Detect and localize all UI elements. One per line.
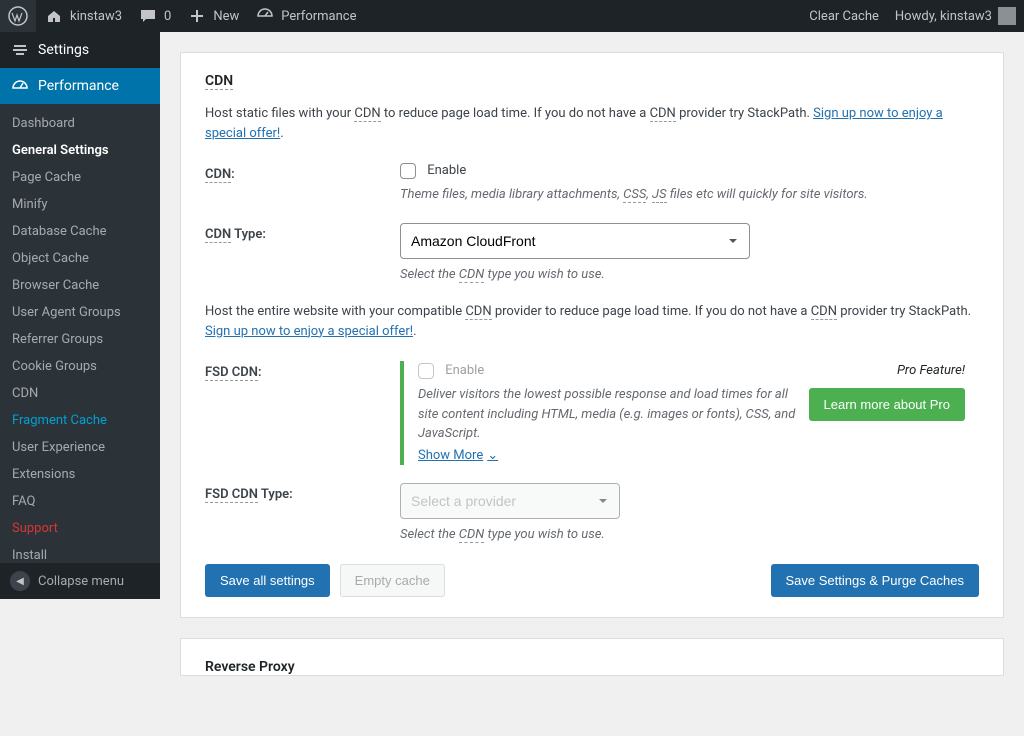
comment-count: 0 — [164, 9, 171, 24]
cdn-type-desc: Select the CDN type you wish to use. — [400, 265, 979, 285]
cdn-heading: CDN — [205, 73, 233, 90]
fsd-enable-text: Enable — [445, 364, 484, 379]
new-content[interactable]: New — [179, 0, 247, 32]
avatar — [998, 7, 1016, 25]
chevron-down-icon: ⌄ — [487, 448, 498, 463]
home-icon — [44, 6, 64, 26]
collapse-label: Collapse menu — [38, 574, 124, 589]
submenu-item[interactable]: General Settings — [0, 137, 160, 164]
menu-performance[interactable]: Performance — [0, 68, 160, 104]
learn-pro-button[interactable]: Learn more about Pro — [809, 388, 965, 421]
cdn-type-label: CDN Type: — [205, 223, 400, 242]
pro-block: Enable Deliver visitors the lowest possi… — [400, 361, 979, 465]
submenu-item[interactable]: Database Cache — [0, 218, 160, 245]
panel-actions: Save all settings Empty cache Save Setti… — [205, 564, 979, 597]
admin-menu: Settings Performance DashboardGeneral Se… — [0, 32, 160, 599]
gauge-icon — [10, 76, 30, 96]
menu-performance-label: Performance — [38, 78, 119, 94]
pro-feature-tag: Pro Feature! — [809, 363, 965, 378]
save-purge-button[interactable]: Save Settings & Purge Caches — [771, 564, 980, 597]
submenu: DashboardGeneral SettingsPage CacheMinif… — [0, 104, 160, 599]
clear-cache-label: Clear Cache — [809, 9, 879, 24]
reverse-proxy-heading: Reverse Proxy — [205, 659, 295, 675]
wp-logo[interactable] — [0, 0, 36, 32]
submenu-item[interactable]: User Experience — [0, 434, 160, 461]
submenu-item[interactable]: Browser Cache — [0, 272, 160, 299]
admin-bar: kinstaw3 0 New Performance Clear Cache H… — [0, 0, 1024, 32]
submenu-item[interactable]: Object Cache — [0, 245, 160, 272]
save-all-button[interactable]: Save all settings — [205, 564, 330, 597]
submenu-item[interactable]: Cookie Groups — [0, 353, 160, 380]
fsd-type-desc: Select the CDN type you wish to use. — [400, 525, 979, 545]
show-more[interactable]: Show More ⌄ — [418, 448, 498, 463]
settings-icon — [10, 40, 30, 60]
clear-cache-top[interactable]: Clear Cache — [801, 0, 887, 32]
performance-top-label: Performance — [281, 9, 356, 24]
fsd-enable-checkbox — [418, 363, 434, 379]
submenu-item[interactable]: Dashboard — [0, 110, 160, 137]
fsd-enable-field: Enable — [418, 363, 484, 378]
comments[interactable]: 0 — [130, 0, 179, 32]
signup-link-2[interactable]: Sign up now to enjoy a special offer! — [205, 324, 413, 339]
submenu-item[interactable]: Minify — [0, 191, 160, 218]
performance-top[interactable]: Performance — [247, 0, 364, 32]
submenu-item[interactable]: Support — [0, 515, 160, 542]
reverse-proxy-panel: Reverse Proxy — [180, 638, 1004, 676]
fsd-type-label: FSD CDN Type: — [205, 483, 400, 502]
submenu-item[interactable]: Extensions — [0, 461, 160, 488]
howdy-label: Howdy, kinstaw3 — [895, 9, 992, 24]
collapse-icon: ◀ — [10, 571, 30, 591]
collapse-menu[interactable]: ◀ Collapse menu — [0, 563, 160, 599]
empty-cache-button: Empty cache — [340, 564, 445, 597]
submenu-item[interactable]: Fragment Cache — [0, 407, 160, 434]
cdn-enable-field[interactable]: Enable — [400, 163, 466, 178]
site-name-label: kinstaw3 — [70, 9, 122, 24]
content-area: CDN Host static files with your CDN to r… — [160, 32, 1024, 736]
submenu-item[interactable]: Referrer Groups — [0, 326, 160, 353]
cdn-panel: CDN Host static files with your CDN to r… — [180, 52, 1004, 618]
cdn-enable-label: CDN: — [205, 163, 400, 182]
enable-text: Enable — [427, 164, 466, 179]
cdn-enable-checkbox[interactable] — [400, 163, 416, 179]
performance-icon — [255, 6, 275, 26]
submenu-item[interactable]: CDN — [0, 380, 160, 407]
comment-icon — [138, 6, 158, 26]
cdn-enable-desc: Theme files, media library attachments, … — [400, 185, 979, 205]
my-account[interactable]: Howdy, kinstaw3 — [887, 0, 1024, 32]
menu-settings[interactable]: Settings — [0, 32, 160, 68]
fsd-intro: Host the entire website with your compat… — [205, 302, 979, 341]
menu-settings-label: Settings — [38, 42, 89, 58]
fsd-type-select: Select a provider — [400, 483, 620, 519]
wordpress-icon — [8, 6, 28, 26]
submenu-item[interactable]: Page Cache — [0, 164, 160, 191]
submenu-item[interactable]: User Agent Groups — [0, 299, 160, 326]
submenu-item[interactable]: FAQ — [0, 488, 160, 515]
fsd-desc: Deliver visitors the lowest possible res… — [418, 385, 809, 444]
new-label: New — [213, 9, 239, 24]
cdn-type-select[interactable]: Amazon CloudFront — [400, 223, 750, 259]
plus-icon — [187, 6, 207, 26]
cdn-intro: Host static files with your CDN to reduc… — [205, 104, 979, 143]
site-name[interactable]: kinstaw3 — [36, 0, 130, 32]
fsd-cdn-label: FSD CDN: — [205, 361, 400, 380]
